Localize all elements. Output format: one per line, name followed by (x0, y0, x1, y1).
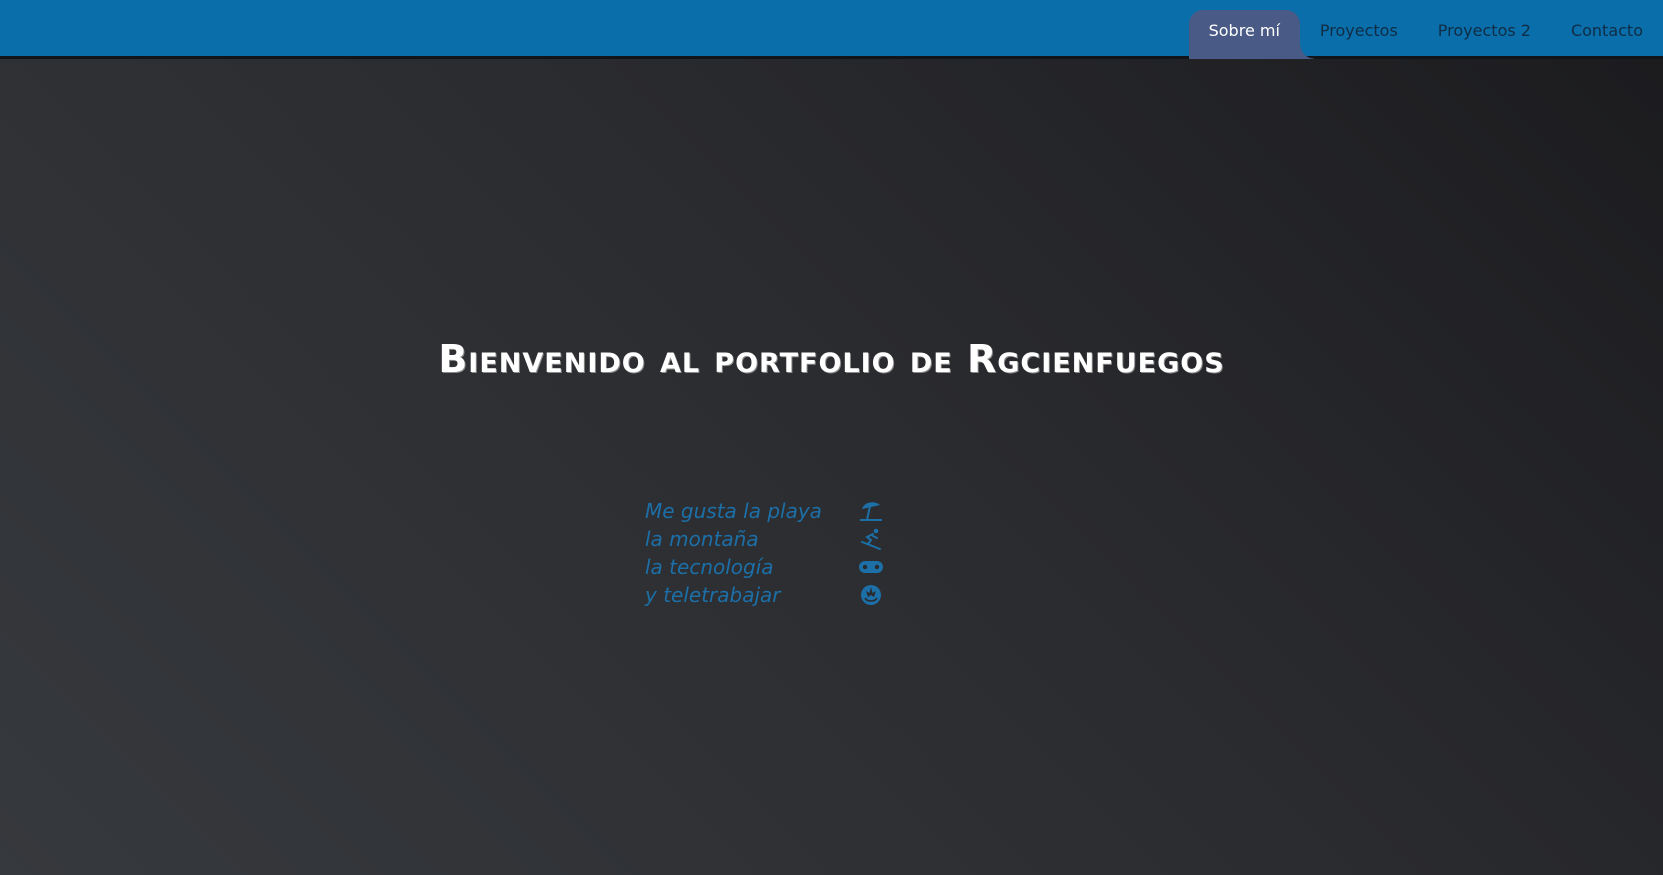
interest-text: la tecnología (645, 555, 774, 579)
interest-text: Me gusta la playa (645, 499, 822, 523)
nav-item-proyectos[interactable]: Proyectos (1300, 10, 1418, 50)
list-item: Me gusta la playa (645, 497, 885, 525)
list-item: y teletrabajar (645, 581, 885, 609)
top-navigation-bar: Sobre mí Proyectos Proyectos 2 Contacto (0, 0, 1663, 59)
nav-item-contacto[interactable]: Contacto (1551, 10, 1663, 50)
nav-item-proyectos-2[interactable]: Proyectos 2 (1418, 10, 1551, 50)
umbrella-beach-icon (857, 499, 885, 523)
list-item: la montaña (645, 525, 885, 553)
gamepad-icon (857, 555, 885, 579)
page-title: Bienvenido al portfolio de Rgcienfuegos (438, 337, 1225, 382)
interests-list: Me gusta la playa la montaña la tecnolog… (645, 497, 885, 609)
interest-text: la montaña (645, 527, 759, 551)
interest-text: y teletrabajar (645, 583, 781, 607)
nav-item-label: Sobre mí (1208, 20, 1280, 40)
nav-item-label: Proyectos 2 (1437, 20, 1531, 40)
nav-item-sobre-mi[interactable]: Sobre mí (1188, 10, 1315, 59)
nav-item-label: Proyectos (1319, 20, 1398, 40)
nav-item-label: Contacto (1570, 20, 1643, 40)
rebel-alliance-icon (857, 583, 885, 607)
skiing-icon (857, 527, 885, 551)
main-nav: Sobre mí Proyectos Proyectos 2 Contacto (1188, 0, 1663, 59)
list-item: la tecnología (645, 553, 885, 581)
